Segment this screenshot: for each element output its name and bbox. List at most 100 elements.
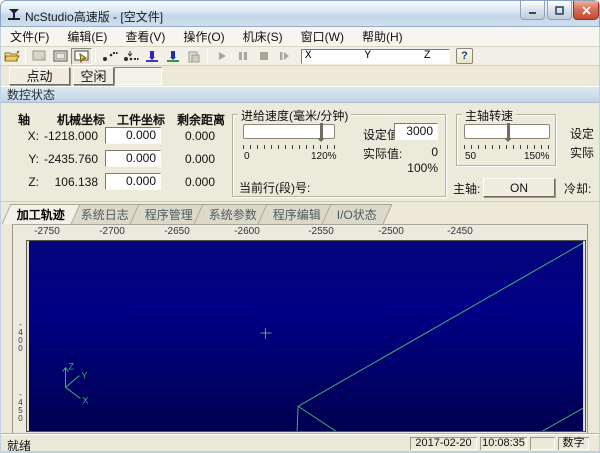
z-work-coord-box[interactable]: 0.000 [105, 173, 161, 190]
status-time: 10:08:35 [480, 437, 527, 450]
x-work-coord-box[interactable]: 0.000 [105, 127, 161, 144]
disabled-view-icon [32, 50, 46, 61]
tool-to-surface-icon [145, 50, 158, 62]
axis-z-glyph: Z [69, 362, 75, 372]
view-tab-bar: 加工轨迹 系统日志 程序管理 系统参数 程序编辑 I/O状态 [1, 204, 393, 224]
y-remain-dist: 0.000 [184, 152, 215, 166]
menu-file[interactable]: 文件(F) [1, 26, 58, 47]
monitor-icon [53, 50, 68, 61]
disabled-clipboard-icon [188, 51, 200, 62]
minimize-button[interactable] [520, 1, 545, 20]
feed-override-slider[interactable] [243, 123, 335, 142]
open-folder-icon [3, 50, 20, 61]
menu-help[interactable]: 帮助(H) [353, 26, 412, 47]
col-work: 工件坐标 [117, 113, 166, 127]
col-machine: 机械坐标 [57, 113, 106, 127]
x-ruler-tick: -2650 [164, 226, 190, 237]
tool-origin-button[interactable] [162, 48, 183, 65]
spindle-slider-ticks [464, 145, 551, 149]
mode-bar: 点动 空闲 [1, 66, 599, 86]
axis-y-glyph: Y [81, 371, 87, 381]
close-icon [581, 5, 591, 15]
close-button[interactable] [573, 1, 599, 20]
y-machine-coord: -2435.760 [43, 152, 98, 166]
spindle-override-slider[interactable] [464, 123, 550, 142]
spindle-scale-max: 150% [524, 151, 550, 162]
trace-canvas[interactable]: Z Y X [26, 240, 586, 432]
tab-io-status[interactable]: I/O状态 [321, 204, 393, 224]
x-machine-coord: -1218.000 [43, 129, 98, 143]
x-ruler-tick: -2500 [378, 226, 404, 237]
select-view-button[interactable] [29, 48, 50, 65]
jog-mode-button[interactable]: 点动 [9, 67, 70, 85]
dotted-path-arrow-icon [123, 50, 138, 61]
menu-edit[interactable]: 编辑(E) [58, 26, 116, 47]
x-ruler-tick: -2600 [234, 226, 260, 237]
toolbar-separator [207, 49, 208, 63]
toolbar-separator [25, 49, 26, 63]
status-bar: 就绪 2017-02-20 10:08:35 数字 [1, 434, 599, 453]
step-button[interactable] [274, 48, 295, 65]
feed-set-value-box[interactable]: 3000 [394, 123, 438, 140]
spindle-label: 主轴: [453, 182, 481, 196]
monitor-pointer-icon [74, 50, 89, 63]
paste-button[interactable] [183, 48, 204, 65]
start-button[interactable] [211, 48, 232, 65]
tab-trace[interactable]: 加工轨迹 [1, 204, 81, 224]
status-empty-pane [530, 437, 555, 450]
feed-actual-label: 实际值: [363, 147, 403, 161]
status-numlock: 数字 [558, 437, 589, 450]
trace-view-button[interactable] [71, 47, 92, 65]
spindle-group-title: 主轴转速 [462, 107, 517, 124]
spindle-on-button[interactable]: ON [483, 178, 555, 197]
coolant-label: 冷却: [564, 182, 592, 196]
feed-scale-max: 120% [311, 151, 337, 162]
spindle-speed-group: 主轴转速 50 150% [456, 107, 556, 166]
help-button[interactable]: ? [456, 48, 473, 64]
application-window: NcStudio高速版 - [空文件] 文件(F) 编辑(E) 查看(V) 操作… [0, 0, 600, 453]
spindle-set-label: 设定 [570, 127, 595, 141]
open-file-button[interactable] [1, 48, 22, 65]
minimize-icon [529, 11, 536, 14]
x-remain-dist: 0.000 [184, 129, 215, 143]
trace-clear-button[interactable] [120, 48, 141, 65]
feed-slider-thumb[interactable] [317, 123, 325, 142]
screen-view-button[interactable] [50, 48, 71, 65]
nc-status-panel: 轴 机械坐标 工件坐标 剩余距离 X: -1218.000 0.000 0.00… [1, 103, 599, 202]
horizontal-ruler: -2750 -2700 -2650 -2600 -2550 -2500 -245… [14, 225, 586, 240]
menu-operate[interactable]: 操作(O) [174, 26, 233, 47]
nc-status-caption: 数控状态 [1, 86, 599, 103]
menu-window[interactable]: 窗口(W) [292, 26, 353, 47]
tool-to-origin-icon [166, 50, 179, 62]
z-machine-coord: 106.138 [54, 175, 98, 189]
spindle-scale-min: 50 [465, 151, 477, 162]
window-frame-left [0, 27, 1, 453]
stop-button[interactable] [253, 48, 274, 65]
step-icon [280, 52, 289, 60]
title-bar: NcStudio高速版 - [空文件] [0, 0, 600, 27]
spindle-slider-thumb[interactable] [504, 123, 512, 142]
menu-bar: 文件(F) 编辑(E) 查看(V) 操作(O) 机床(S) 窗口(W) 帮助(H… [1, 27, 599, 47]
idle-state-button[interactable]: 空闲 [73, 67, 114, 85]
feed-rate-group: 进给速度(毫米/分钟) 0 120% 设定值: 3000 实际值: 0 100%… [232, 107, 446, 197]
y-ruler-tick: -400 [16, 320, 25, 352]
mode-blank-box [114, 67, 162, 85]
restore-icon [555, 5, 564, 15]
xyz-coordinate-input[interactable] [301, 48, 450, 64]
y-work-coord-box[interactable]: 0.000 [105, 150, 161, 167]
current-line-label: 当前行(段)号: [239, 181, 311, 195]
spindle-actual-label: 实际 [570, 146, 595, 160]
stop-icon [259, 52, 268, 60]
toolbar: ? [1, 47, 599, 66]
trace-points-button[interactable] [99, 48, 120, 65]
feed-slider-ticks [243, 145, 336, 149]
app-icon [8, 9, 20, 20]
col-remain: 剩余距离 [177, 113, 226, 127]
y-ruler-tick: -450 [16, 390, 25, 422]
maximize-button[interactable] [547, 1, 572, 20]
menu-machine[interactable]: 机床(S) [234, 26, 292, 47]
pause-button[interactable] [232, 48, 253, 65]
axis-y-label: Y: [28, 152, 39, 166]
menu-view[interactable]: 查看(V) [116, 26, 174, 47]
tool-down-button[interactable] [141, 48, 162, 65]
